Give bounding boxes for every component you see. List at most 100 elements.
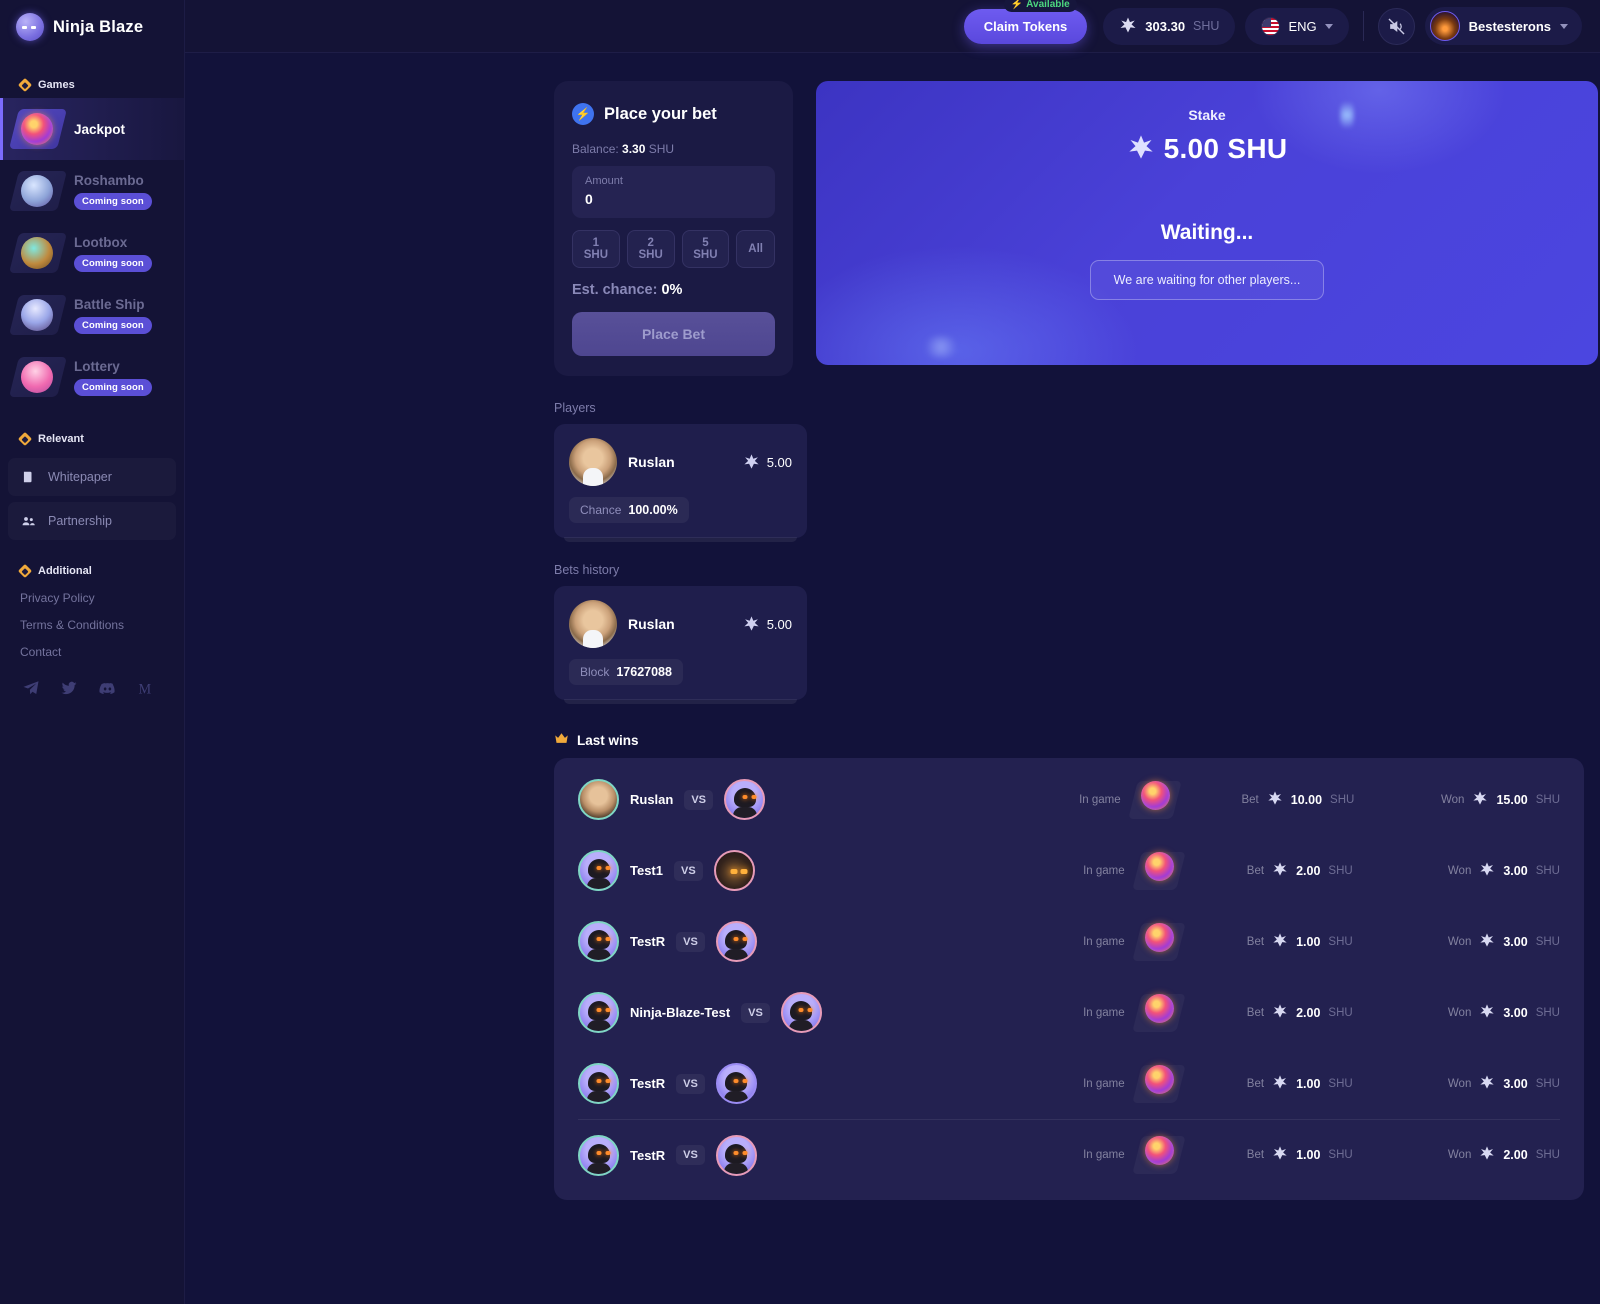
diamond-icon xyxy=(17,431,33,447)
last-wins-card: Ruslan VS In game Bet 10.00 SHU Won 15.0… xyxy=(554,758,1584,1200)
main-area: ⚡ Available Claim Tokens 303.30 SHU ENG xyxy=(185,0,1600,1304)
telegram-icon[interactable] xyxy=(22,679,40,698)
sidebar-item-jackpot[interactable]: Jackpot xyxy=(0,98,184,160)
sidebar-item-lootbox[interactable]: Lootbox Coming soon xyxy=(0,222,184,284)
shuriken-icon xyxy=(1267,790,1283,810)
sidebar-item-lottery[interactable]: Lottery Coming soon xyxy=(0,346,184,408)
avatar xyxy=(715,1063,757,1104)
bet-value: 1.00 xyxy=(1296,934,1321,949)
bet-cell: Bet 1.00 SHU xyxy=(1247,1145,1448,1165)
avatar xyxy=(780,992,822,1033)
won-cell: Won 3.00 SHU xyxy=(1448,1003,1560,1023)
medium-icon[interactable]: M xyxy=(137,679,155,698)
stake-panel: Stake 5.00 SHU Waiting... We are waiting… xyxy=(816,81,1598,365)
quick-amount-all[interactable]: All xyxy=(736,230,775,268)
sound-muted-icon[interactable] xyxy=(1377,7,1415,45)
bet-history-row: Ruslan 5.00 xyxy=(569,600,792,648)
discord-icon[interactable] xyxy=(98,679,117,698)
vs-label: VS xyxy=(676,1073,705,1094)
amount-input[interactable]: Amount 0 xyxy=(572,166,775,218)
sidebar-item-label: Partnership xyxy=(48,514,112,528)
won-value: 3.00 xyxy=(1503,863,1528,878)
bet-cell: Bet 1.00 SHU xyxy=(1247,932,1448,952)
balance-label: Balance: xyxy=(572,142,619,156)
vs-label: VS xyxy=(684,789,714,810)
quick-amount-2shu[interactable]: 2 SHU xyxy=(626,230,675,268)
won-label: Won xyxy=(1447,935,1472,948)
chevron-down-icon xyxy=(1324,23,1333,29)
avatar xyxy=(578,1134,619,1176)
bet-unit: SHU xyxy=(1328,1006,1353,1019)
match-players: Ruslan VS xyxy=(578,779,1079,820)
bets-history-title: Bets history xyxy=(554,563,620,577)
in-game-label: In game xyxy=(1083,864,1125,877)
coming-soon-badge: Coming soon xyxy=(74,192,152,210)
won-label: Won xyxy=(1447,864,1472,877)
stake-label: Stake xyxy=(1188,107,1226,123)
bet-label: Bet xyxy=(1246,1006,1265,1019)
twitter-icon[interactable] xyxy=(60,679,78,698)
table-row[interactable]: Test1 VS In game Bet 2.00 SHU Won 3.00 S… xyxy=(578,835,1560,906)
table-row[interactable]: Ruslan VS In game Bet 10.00 SHU Won 15.0… xyxy=(578,764,1560,835)
brand[interactable]: Ninja Blaze xyxy=(0,0,184,54)
shuriken-icon xyxy=(743,453,760,472)
sidebar-item-roshambo[interactable]: Roshambo Coming soon xyxy=(0,160,184,222)
game-cell: In game xyxy=(1079,780,1241,819)
shuriken-icon xyxy=(1272,1145,1288,1165)
claim-tokens-button[interactable]: Claim Tokens xyxy=(963,8,1088,44)
in-game-label: In game xyxy=(1083,1006,1125,1019)
game-cell: In game xyxy=(1083,922,1247,961)
shuriken-icon xyxy=(743,615,760,634)
player-name: TestR xyxy=(630,934,666,949)
balance-line: Balance: 3.30 SHU xyxy=(572,142,775,156)
stake-amount-row: 5.00 SHU xyxy=(1127,133,1288,165)
table-row[interactable]: TestR VS In game Bet 1.00 SHU xyxy=(578,1048,1560,1119)
match-players: Test1 VS xyxy=(578,850,1083,891)
bet-cell: Bet 2.00 SHU xyxy=(1247,1003,1448,1023)
sidebar-item-terms-conditions[interactable]: Terms & Conditions xyxy=(0,611,184,638)
shuriken-icon xyxy=(1272,1003,1288,1023)
bolt-icon: ⚡ xyxy=(572,103,594,125)
sidebar-item-privacy-policy[interactable]: Privacy Policy xyxy=(0,584,184,611)
table-row[interactable]: TestR VS In game Bet 1.00 SHU xyxy=(578,906,1560,977)
won-label: Won xyxy=(1447,1077,1472,1090)
sidebar-item-battle-ship[interactable]: Battle Ship Coming soon xyxy=(0,284,184,346)
sidebar-item-partnership[interactable]: Partnership xyxy=(8,502,176,540)
bet-unit: SHU xyxy=(1330,793,1355,806)
avatar xyxy=(1429,11,1460,41)
sidebar-item-whitepaper[interactable]: Whitepaper xyxy=(8,458,176,496)
shuriken-icon xyxy=(1479,932,1495,952)
bet-value: 1.00 xyxy=(1296,1076,1321,1091)
shuriken-icon xyxy=(1479,1003,1495,1023)
shuriken-icon xyxy=(1479,861,1495,881)
document-icon xyxy=(20,469,36,485)
user-menu[interactable]: Bestesterons xyxy=(1424,7,1582,45)
language-selector[interactable]: ENG xyxy=(1245,7,1349,45)
player-amount-value: 5.00 xyxy=(766,454,792,470)
player-name: Test1 xyxy=(630,863,663,878)
balance-value: 303.30 xyxy=(1145,18,1186,34)
sidebar: Ninja Blaze Games Jackpot Roshambo Comin… xyxy=(0,0,185,1304)
claim-tokens-group: ⚡ Available Claim Tokens xyxy=(963,0,1088,44)
player-row: Ruslan 5.00 xyxy=(569,438,792,486)
avatar xyxy=(578,1063,619,1104)
table-row[interactable]: Ninja-Blaze-Test VS In game Bet 2.00 SHU xyxy=(578,977,1560,1048)
in-game-label: In game xyxy=(1083,1149,1125,1161)
sidebar-item-contact[interactable]: Contact xyxy=(0,638,184,665)
in-game-label: In game xyxy=(1083,1077,1125,1090)
table-row[interactable]: TestR VS In game Bet 1.00 SHU xyxy=(578,1119,1560,1190)
top-row: ⚡ Place your bet Balance: 3.30 SHU Amoun… xyxy=(185,81,1600,376)
avatar xyxy=(569,438,617,486)
avatar xyxy=(578,921,619,962)
shuriken-icon xyxy=(1272,1074,1288,1094)
match-players: TestR VS xyxy=(578,1063,1083,1104)
balance-pill[interactable]: 303.30 SHU xyxy=(1103,7,1236,45)
bet-value: 10.00 xyxy=(1290,792,1323,807)
quick-amount-1shu[interactable]: 1 SHU xyxy=(572,230,620,268)
quick-amount-5shu[interactable]: 5 SHU xyxy=(681,230,730,268)
bet-cell: Bet 2.00 SHU xyxy=(1247,861,1448,881)
bet-history-card: Ruslan 5.00 Block 17627088 xyxy=(554,586,807,704)
stake-amount: 5.00 SHU xyxy=(1163,133,1288,164)
bet-unit: SHU xyxy=(1328,1077,1353,1090)
place-bet-button[interactable]: Place Bet xyxy=(572,312,775,356)
